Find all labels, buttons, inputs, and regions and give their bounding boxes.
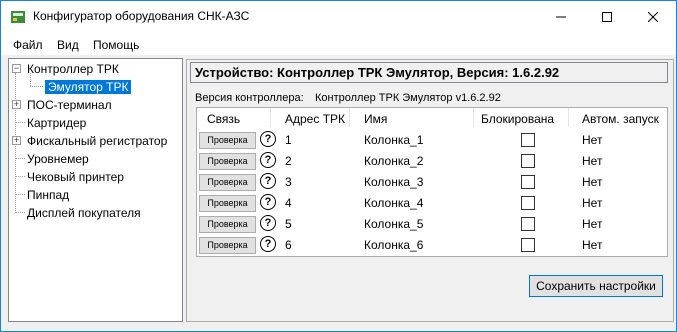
menu-help[interactable]: Помощь bbox=[93, 38, 139, 52]
cell-address: 1 bbox=[285, 133, 292, 147]
column-header-name: Имя bbox=[364, 112, 388, 126]
cell-address: 3 bbox=[285, 175, 292, 189]
cell-name[interactable]: Колонка_6 bbox=[364, 238, 423, 252]
collapse-icon[interactable]: − bbox=[12, 64, 21, 73]
tree-item-label: Фискальный регистратор bbox=[27, 134, 168, 148]
help-icon[interactable]: ? bbox=[260, 131, 276, 147]
cell-autostart[interactable]: Нет bbox=[582, 175, 602, 189]
cell-name[interactable]: Колонка_2 bbox=[364, 154, 423, 168]
app-window: Конфигуратор оборудования СНК-АЗС Файл В… bbox=[0, 0, 677, 332]
help-icon[interactable]: ? bbox=[260, 173, 276, 189]
check-button[interactable]: Проверка bbox=[199, 153, 256, 170]
cell-autostart[interactable]: Нет bbox=[582, 196, 602, 210]
tree-line bbox=[15, 122, 25, 123]
tree-line bbox=[15, 158, 25, 159]
cell-autostart[interactable]: Нет bbox=[582, 238, 602, 252]
minimize-button[interactable] bbox=[538, 1, 584, 33]
check-button[interactable]: Проверка bbox=[199, 216, 256, 233]
cell-address: 4 bbox=[285, 196, 292, 210]
version-value: Контроллер ТРК Эмулятор v1.6.2.92 bbox=[315, 92, 501, 104]
blocked-checkbox[interactable] bbox=[521, 133, 535, 147]
close-button[interactable] bbox=[630, 1, 676, 33]
version-label: Версия контроллера: bbox=[195, 92, 304, 104]
cell-name[interactable]: Колонка_3 bbox=[364, 175, 423, 189]
save-settings-button[interactable]: Сохранить настройки bbox=[529, 275, 663, 297]
tree-line bbox=[15, 212, 25, 213]
column-header-address: Адрес ТРК bbox=[285, 112, 346, 126]
tree-line bbox=[15, 176, 25, 177]
tree-item-label: Уровнемер bbox=[27, 152, 89, 166]
cell-autostart[interactable]: Нет bbox=[582, 154, 602, 168]
blocked-checkbox[interactable] bbox=[521, 217, 535, 231]
cell-autostart[interactable]: Нет bbox=[582, 217, 602, 231]
tree-item-label: ПОС-терминал bbox=[27, 98, 112, 112]
cell-name[interactable]: Колонка_1 bbox=[364, 133, 423, 147]
expand-icon[interactable]: + bbox=[12, 136, 21, 145]
blocked-checkbox[interactable] bbox=[521, 175, 535, 189]
cell-name[interactable]: Колонка_5 bbox=[364, 217, 423, 231]
check-button[interactable]: Проверка bbox=[199, 132, 256, 149]
menu-file[interactable]: Файл bbox=[13, 38, 43, 52]
tree-item-label: Чековый принтер bbox=[27, 170, 124, 184]
title-bar[interactable]: Конфигуратор оборудования СНК-АЗС bbox=[1, 1, 676, 33]
check-button[interactable]: Проверка bbox=[199, 237, 256, 254]
tree-item-label: Пинпад bbox=[27, 188, 70, 202]
tree-item-label: Контроллер ТРК bbox=[27, 62, 119, 76]
table-row: Проверка ? 6 Колонка_6 Нет bbox=[197, 235, 667, 256]
help-icon[interactable]: ? bbox=[260, 236, 276, 252]
help-icon[interactable]: ? bbox=[260, 194, 276, 210]
help-icon[interactable]: ? bbox=[260, 215, 276, 231]
blocked-checkbox[interactable] bbox=[521, 154, 535, 168]
check-button[interactable]: Проверка bbox=[199, 195, 256, 212]
table-row: Проверка ? 2 Колонка_2 Нет bbox=[197, 151, 667, 172]
column-header-blocked: Блокирована bbox=[481, 112, 555, 126]
cell-address: 2 bbox=[285, 154, 292, 168]
cell-address: 5 bbox=[285, 217, 292, 231]
cell-name[interactable]: Колонка_4 bbox=[364, 196, 423, 210]
maximize-icon bbox=[602, 12, 612, 22]
expand-icon[interactable]: + bbox=[12, 100, 21, 109]
column-header-autostart: Автом. запуск bbox=[582, 112, 659, 126]
device-tree[interactable]: − Контроллер ТРК Эмулятор ТРК + ПОС-терм… bbox=[8, 58, 183, 322]
column-separator bbox=[568, 108, 569, 127]
window-title: Конфигуратор оборудования СНК-АЗС bbox=[33, 9, 250, 23]
close-icon bbox=[648, 12, 658, 22]
tree-line bbox=[30, 86, 43, 87]
pump-table: Связь Адрес ТРК Имя Блокирована Автом. з… bbox=[196, 107, 668, 257]
cell-autostart[interactable]: Нет bbox=[582, 133, 602, 147]
help-icon[interactable]: ? bbox=[260, 152, 276, 168]
table-row: Проверка ? 1 Колонка_1 Нет bbox=[197, 130, 667, 151]
menu-view[interactable]: Вид bbox=[57, 38, 79, 52]
menu-bar: Файл Вид Помощь bbox=[1, 33, 676, 55]
tree-item-label: Картридер bbox=[27, 116, 87, 130]
app-icon bbox=[11, 11, 25, 23]
maximize-button[interactable] bbox=[584, 1, 630, 33]
device-header: Устройство: Контроллер ТРК Эмулятор, Вер… bbox=[190, 62, 668, 83]
blocked-checkbox[interactable] bbox=[521, 196, 535, 210]
table-row: Проверка ? 3 Колонка_3 Нет bbox=[197, 172, 667, 193]
minimize-icon bbox=[556, 16, 566, 18]
column-separator bbox=[270, 108, 271, 127]
column-separator bbox=[349, 108, 350, 127]
tree-item-emulator[interactable]: Эмулятор ТРК bbox=[45, 78, 132, 96]
cell-address: 6 bbox=[285, 238, 292, 252]
table-row: Проверка ? 5 Колонка_5 Нет bbox=[197, 214, 667, 235]
blocked-checkbox[interactable] bbox=[521, 238, 535, 252]
column-header-link: Связь bbox=[207, 112, 241, 126]
check-button[interactable]: Проверка bbox=[199, 174, 256, 191]
tree-item-label: Эмулятор ТРК bbox=[45, 80, 132, 94]
table-row: Проверка ? 4 Колонка_4 Нет bbox=[197, 193, 667, 214]
tree-line bbox=[15, 194, 25, 195]
tree-item-label: Дисплей покупателя bbox=[27, 206, 141, 220]
column-separator bbox=[473, 108, 474, 127]
